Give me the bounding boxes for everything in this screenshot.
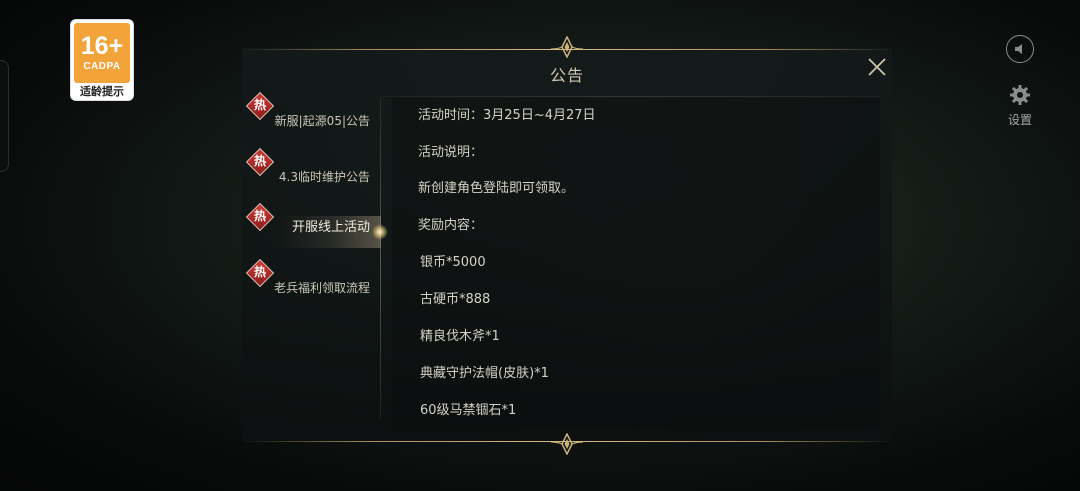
settings-button[interactable]: 设置 — [1004, 84, 1036, 128]
reward-item: 银币*5000 — [420, 255, 486, 270]
top-ornament-icon — [550, 36, 584, 58]
reward-item: 典藏守护法帽(皮肤)*1 — [420, 366, 549, 381]
tab-divider — [380, 98, 381, 418]
dialog-title: 公告 — [549, 66, 584, 85]
tab-new-server-announcement[interactable]: 热 新服|起源05|公告 — [245, 91, 376, 128]
tab-label: 4.3临时维护公告 — [278, 170, 370, 184]
tab-label: 开服线上活动 — [291, 220, 370, 235]
hot-badge-text: 热 — [253, 265, 266, 279]
hot-badge-text: 热 — [253, 98, 266, 112]
age-rating-badge: 16+ CADPA 适龄提示 — [71, 20, 133, 100]
screen-edge-notch — [0, 60, 9, 172]
content-line: 活动说明： — [418, 145, 484, 160]
close-button[interactable] — [866, 56, 888, 78]
tab-maintenance-announcement[interactable]: 热 4.3临时维护公告 — [245, 147, 376, 184]
gear-icon — [1010, 85, 1030, 105]
tab-online-event[interactable]: 热 开服线上活动 — [245, 202, 376, 237]
title-separator — [380, 96, 880, 97]
reward-item: 精良伐木斧*1 — [420, 329, 500, 344]
reward-item: 60级马禁锢石*1 — [420, 403, 517, 418]
age-rating-label: 适龄提示 — [80, 85, 124, 98]
hot-badge-text: 热 — [253, 209, 266, 223]
age-rating-number: 16+ — [80, 32, 124, 60]
speaker-icon — [1015, 44, 1022, 54]
tab-label: 新服|起源05|公告 — [274, 114, 370, 128]
sound-toggle-button[interactable] — [1006, 35, 1034, 63]
tab-label: 老兵福利领取流程 — [273, 281, 370, 295]
close-icon — [868, 58, 886, 76]
age-rating-org: CADPA — [83, 61, 121, 72]
active-tab-spark — [372, 224, 388, 240]
content-line: 奖励内容： — [418, 218, 484, 233]
tab-veteran-rewards[interactable]: 热 老兵福利领取流程 — [245, 258, 376, 295]
settings-label: 设置 — [1007, 113, 1032, 127]
content-line: 活动时间：3月25日~4月27日 — [418, 108, 596, 123]
age-rating-top: 16+ CADPA — [74, 23, 130, 83]
content-line: 新创建角色登陆即可领取。 — [418, 181, 575, 196]
reward-item: 古硬币*888 — [420, 292, 491, 307]
bottom-ornament-icon — [550, 433, 584, 455]
hot-badge-text: 热 — [253, 154, 266, 168]
